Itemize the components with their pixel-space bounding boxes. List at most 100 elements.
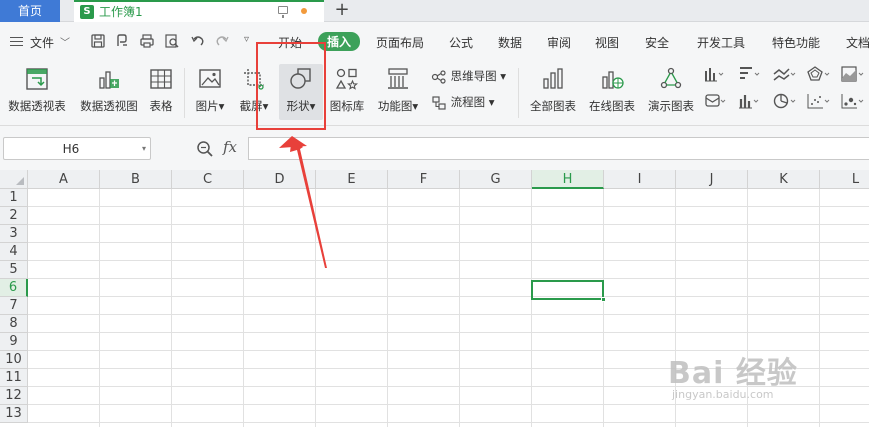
picture-button[interactable]: 图片▾ [192, 64, 228, 120]
ribbon-separator [518, 68, 519, 118]
insert-ribbon: 数据透视表 数据透视图 表格 图片▾ 截屏▾ 形状▾ 图标库 功能图▾ 思维导图… [0, 60, 869, 126]
pivot-chart-icon [99, 71, 119, 89]
active-cell-h6[interactable] [531, 280, 606, 302]
fill-handle[interactable] [601, 297, 606, 302]
ribbon-separator [184, 68, 185, 118]
row-header-9[interactable]: 9 [0, 333, 28, 351]
column-header-j[interactable]: J [676, 170, 748, 189]
icon-library-icon [335, 68, 359, 90]
workbook-tab[interactable]: S 工作簿1 [74, 0, 324, 22]
mind-map-button[interactable]: 思维导图 ▾ [431, 66, 506, 86]
row-header-5[interactable]: 5 [0, 261, 28, 279]
zoom-search-icon[interactable] [196, 140, 214, 158]
online-charts-button[interactable]: 在线图表 [586, 64, 638, 120]
menu-tab-view[interactable]: 视图 [595, 34, 619, 51]
mind-map-dropdown-icon[interactable]: ▾ [497, 69, 506, 83]
demo-charts-label: 演示图表 [648, 99, 694, 113]
table-icon [150, 69, 172, 89]
icon-library-button[interactable]: 图标库 [328, 64, 366, 120]
name-box[interactable]: H6 ▾ [3, 137, 151, 160]
column-header-l[interactable]: L [820, 170, 869, 189]
function-chart-label: 功能图▾ [377, 99, 419, 113]
row-header-12[interactable]: 12 [0, 387, 28, 405]
envelope-chart-icon[interactable] [704, 92, 726, 110]
column-header-c[interactable]: C [172, 170, 244, 189]
pivot-chart-button[interactable]: 数据透视图 [77, 64, 141, 120]
menu-tab-formulas[interactable]: 公式 [449, 34, 473, 51]
bubble-chart-icon[interactable] [840, 92, 866, 110]
formula-bar: H6 ▾ fx [0, 126, 869, 170]
document-tab-bar: 首页 S 工作簿1 + [0, 0, 869, 22]
unsaved-dot-icon [301, 8, 307, 14]
row-header-4[interactable]: 4 [0, 243, 28, 261]
column-header-e[interactable]: E [316, 170, 388, 189]
column-header-k[interactable]: K [748, 170, 820, 189]
menu-tab-review[interactable]: 审阅 [547, 34, 571, 51]
line-chart-icon[interactable] [772, 65, 796, 83]
new-tab-button[interactable]: + [332, 0, 352, 22]
row-header-7[interactable]: 7 [0, 297, 28, 315]
column-header-i[interactable]: I [604, 170, 676, 189]
hamburger-menu-icon[interactable] [10, 37, 23, 46]
insert-function-button[interactable]: fx [223, 138, 237, 156]
table-label: 表格 [149, 99, 173, 113]
monitor-icon[interactable] [278, 6, 288, 18]
flowchart-dropdown-icon[interactable]: ▾ [485, 95, 495, 109]
name-box-dropdown-icon[interactable]: ▾ [142, 144, 146, 153]
function-chart-button[interactable]: 功能图▾ [374, 64, 422, 120]
pivot-table-icon [26, 68, 48, 90]
scatter-chart-icon[interactable] [806, 92, 830, 110]
watermark-brand: Bai 经验 [668, 356, 798, 391]
menu-tab-data[interactable]: 数据 [498, 34, 522, 51]
column-header-h[interactable]: H [532, 170, 604, 189]
all-charts-button[interactable]: 全部图表 [526, 64, 580, 120]
pie-chart-icon[interactable] [772, 92, 796, 110]
stacked-column-chart-icon[interactable] [738, 92, 760, 110]
chevron-down-icon[interactable]: ﹀ [60, 34, 70, 49]
undo-icon[interactable] [190, 33, 206, 49]
formula-input[interactable] [248, 137, 869, 160]
home-tab[interactable]: 首页 [0, 0, 60, 22]
save-icon[interactable] [90, 33, 106, 49]
row-header-3[interactable]: 3 [0, 225, 28, 243]
menu-tab-page-layout[interactable]: 页面布局 [376, 34, 424, 51]
redo-icon[interactable] [214, 33, 230, 49]
menu-tab-security[interactable]: 安全 [645, 34, 669, 51]
pivot-table-label: 数据透视表 [8, 99, 66, 113]
row-header-1[interactable]: 1 [0, 189, 28, 207]
row-header-13[interactable]: 13 [0, 405, 28, 423]
pivot-table-button[interactable]: 数据透视表 [5, 64, 69, 120]
select-all-corner[interactable] [0, 170, 28, 189]
online-charts-icon [602, 71, 624, 89]
flowchart-icon [432, 95, 446, 110]
row-header-6[interactable]: 6 [0, 279, 28, 297]
row-header-10[interactable]: 10 [0, 351, 28, 369]
column-chart-icon[interactable] [704, 65, 724, 83]
column-header-a[interactable]: A [28, 170, 100, 189]
print-icon[interactable] [139, 33, 155, 49]
print-preview-icon[interactable] [164, 33, 180, 49]
column-header-b[interactable]: B [100, 170, 172, 189]
row-header-2[interactable]: 2 [0, 207, 28, 225]
icon-library-label: 图标库 [329, 99, 365, 113]
watermark-site: jingyan.baidu.com [672, 388, 774, 401]
radar-chart-icon[interactable] [806, 65, 830, 83]
row-header-8[interactable]: 8 [0, 315, 28, 333]
menu-tab-special-features[interactable]: 特色功能 [772, 34, 820, 51]
column-header-f[interactable]: F [388, 170, 460, 189]
column-header-g[interactable]: G [460, 170, 532, 189]
file-menu[interactable]: 文件 [30, 34, 54, 51]
menu-tab-developer[interactable]: 开发工具 [697, 34, 745, 51]
area-chart-icon[interactable] [840, 65, 866, 83]
online-charts-label: 在线图表 [589, 99, 635, 113]
column-header-d[interactable]: D [244, 170, 316, 189]
export-pdf-icon[interactable] [114, 33, 130, 49]
bar-chart-icon[interactable] [738, 65, 760, 83]
demo-charts-button[interactable]: 演示图表 [645, 64, 697, 120]
row-header-11[interactable]: 11 [0, 369, 28, 387]
quick-access-dropdown-icon[interactable]: ▿ [244, 34, 249, 45]
picture-label: 图片▾ [195, 99, 225, 113]
flowchart-button[interactable]: 流程图 ▾ [431, 92, 495, 112]
menu-tab-document[interactable]: 文档 [846, 34, 869, 51]
table-button[interactable]: 表格 [146, 64, 176, 120]
